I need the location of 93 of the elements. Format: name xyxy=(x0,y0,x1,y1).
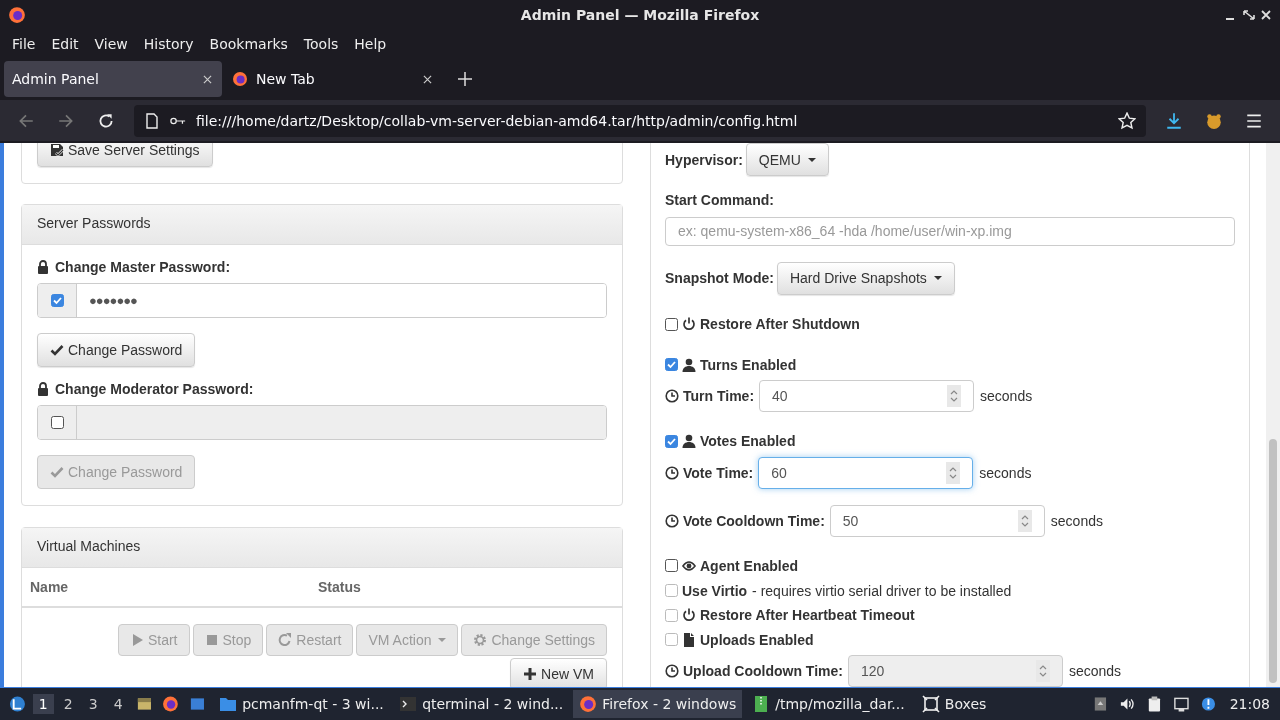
number-field[interactable]: 40 xyxy=(759,380,975,413)
menu-item[interactable]: Help xyxy=(346,36,395,52)
change-password-button[interactable]: Change Password xyxy=(37,333,196,367)
workspace-button[interactable]: 2 xyxy=(57,694,79,714)
new-tab-icon[interactable] xyxy=(458,72,472,86)
browser-tab[interactable]: New Tab xyxy=(224,61,442,97)
menu-item[interactable]: Edit xyxy=(43,36,87,52)
checkbox[interactable] xyxy=(665,434,678,448)
user-icon xyxy=(682,357,696,372)
menu-item[interactable]: View xyxy=(86,36,136,52)
workspace-button[interactable]: 3 xyxy=(82,694,104,714)
check-icon xyxy=(50,465,64,479)
close-icon[interactable] xyxy=(203,74,212,84)
option-label: Restore After Shutdown xyxy=(700,316,860,333)
eye-icon xyxy=(682,558,696,573)
new-vm-button[interactable]: New VM xyxy=(510,658,607,687)
hypervisor-dropdown[interactable]: QEMU xyxy=(745,143,829,176)
field-label: Change Master Password: xyxy=(55,259,231,275)
window-title: Admin Panel — Mozilla Firefox xyxy=(520,7,760,23)
number-field[interactable]: 60 xyxy=(758,456,974,489)
terminal-icon xyxy=(399,695,418,713)
menu-item[interactable]: Bookmarks xyxy=(201,36,296,52)
option-label: Uploads Enabled xyxy=(700,631,814,648)
file-icon xyxy=(682,632,696,647)
workspace-button[interactable]: 1 xyxy=(32,694,54,714)
field-label: Vote Cooldown Time: xyxy=(683,512,825,529)
power-icon xyxy=(682,608,696,623)
checkbox[interactable] xyxy=(665,358,678,372)
unit-label: seconds xyxy=(979,464,1032,481)
checkbox[interactable] xyxy=(665,317,678,331)
taskbar-task[interactable]: Firefox - 2 windows xyxy=(573,690,743,718)
workspace-button[interactable]: 4 xyxy=(107,694,129,714)
taskbar-task[interactable]: /tmp/mozilla_dar... xyxy=(746,690,912,718)
save-settings-button[interactable]: Save Server Settings xyxy=(37,143,213,167)
check-icon xyxy=(50,343,64,357)
field-label: Turn Time: xyxy=(683,388,755,405)
option-label: Agent Enabled xyxy=(700,557,798,574)
taskbar-task[interactable]: qterminal - 2 wind... xyxy=(393,690,570,718)
caret-icon xyxy=(807,157,816,162)
clock-icon xyxy=(665,663,679,678)
option-label: Restore After Heartbeat Timeout xyxy=(700,607,915,624)
clock-icon xyxy=(665,465,679,480)
start-command-field[interactable]: ex: qemu-system-x86_64 -hda /home/user/win-xp.img xyxy=(665,217,1235,246)
stop-icon xyxy=(204,633,219,647)
field-label: Upload Cooldown Time: xyxy=(683,662,843,679)
field-label: Hypervisor: xyxy=(665,151,743,168)
spin-button[interactable] xyxy=(947,385,962,408)
close-icon[interactable] xyxy=(423,74,432,84)
bookmark-star-icon[interactable] xyxy=(1118,111,1136,130)
spin-button[interactable] xyxy=(946,461,961,484)
option-label: Turns Enabled xyxy=(700,356,797,373)
column-header: Status xyxy=(318,579,362,595)
option-label: Votes Enabled xyxy=(700,433,796,450)
column-header: Name xyxy=(30,579,70,595)
page-icon[interactable] xyxy=(144,112,160,129)
power-icon xyxy=(682,317,696,332)
panel-heading: Virtual Machines xyxy=(22,528,622,568)
boxes-icon xyxy=(921,695,940,713)
menu-item[interactable]: File xyxy=(4,36,44,52)
field-label: Start Command: xyxy=(665,192,774,208)
clock-icon xyxy=(665,513,679,528)
gear-icon xyxy=(473,633,488,647)
browser-icon xyxy=(8,6,26,24)
checkbox[interactable] xyxy=(665,559,678,573)
unit-label: seconds xyxy=(1068,662,1122,679)
lock-icon xyxy=(37,260,49,274)
window-controls-icon[interactable] xyxy=(1224,9,1272,21)
snapshot-mode-dropdown[interactable]: Hard Drive Snapshots xyxy=(776,261,955,295)
user-icon xyxy=(682,434,696,449)
taskbar-task[interactable]: pcmanfm-qt - 3 wi... xyxy=(213,690,390,718)
unit-label: seconds xyxy=(1050,512,1103,529)
field-label: Snapshot Mode: xyxy=(665,270,774,287)
restart-icon xyxy=(278,633,293,647)
field-label: Change Moderator Password: xyxy=(55,381,254,397)
lock-icon xyxy=(37,382,49,396)
scrollbar[interactable] xyxy=(1266,143,1280,687)
caret-icon xyxy=(438,638,447,642)
number-field[interactable]: 50 xyxy=(829,504,1045,537)
menu-item[interactable]: Tools xyxy=(295,36,347,52)
clock-icon xyxy=(665,389,679,404)
field-label: Vote Time: xyxy=(683,464,754,481)
plus-icon xyxy=(523,667,538,681)
option-label: Use Virtio - requires virtio serial driver to be installed xyxy=(682,582,1012,599)
taskbar-task[interactable]: Boxes xyxy=(915,690,1082,718)
clock: 21:08 xyxy=(1229,696,1271,712)
menu-item[interactable]: History xyxy=(135,36,202,52)
folder-icon xyxy=(219,695,238,713)
caret-icon xyxy=(933,276,942,281)
browser-tab[interactable]: Admin Panel xyxy=(4,61,222,97)
browser-icon xyxy=(579,695,598,713)
spin-button[interactable] xyxy=(1017,509,1032,532)
unit-label: seconds xyxy=(980,388,1033,405)
panel-heading: Server Passwords xyxy=(22,205,622,245)
